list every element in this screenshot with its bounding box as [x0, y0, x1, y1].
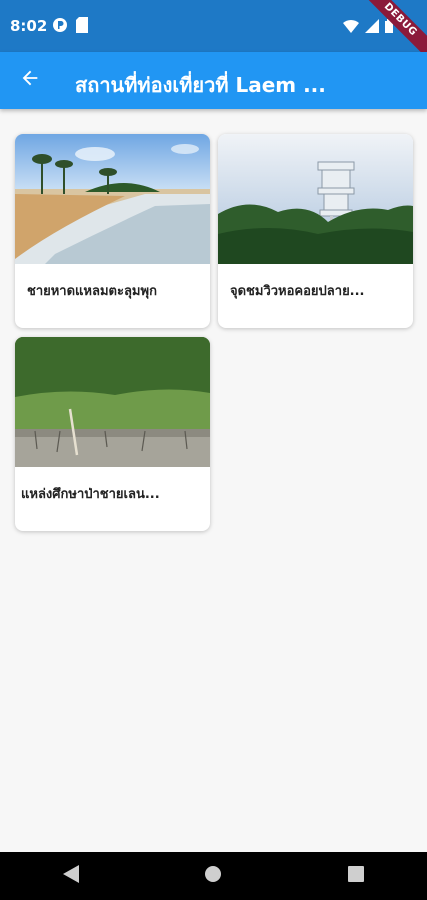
status-bar: 8:02 DEBUG [0, 0, 427, 65]
nav-back-button[interactable] [51, 856, 91, 896]
place-card-mangrove[interactable]: แหล่งศึกษาป่าชายเลน... [15, 337, 210, 531]
page-title: สถานที่ท่องเที่ยวที่ Laem ... [75, 73, 326, 97]
system-nav-bar [0, 852, 427, 900]
place-card-beach[interactable]: ชายหาดแหลมตะลุมพุก [15, 134, 210, 328]
recents-square-icon [347, 866, 364, 886]
app-bar: สถานที่ท่องเที่ยวที่ Laem ... [0, 52, 427, 109]
nav-home-button[interactable] [193, 856, 233, 896]
home-circle-icon [204, 865, 222, 887]
wifi-icon [343, 18, 359, 37]
beach-image [15, 134, 210, 264]
status-time: 8:02 [10, 17, 48, 35]
signal-icon [365, 18, 379, 37]
notification-icon [52, 17, 68, 37]
watchtower-image [218, 134, 413, 264]
place-title: จุดชมวิวหอคอยปลาย... [230, 284, 365, 299]
back-triangle-icon [63, 865, 80, 887]
place-card-watchtower[interactable]: จุดชมวิวหอคอยปลาย... [218, 134, 413, 328]
place-title: แหล่งศึกษาป่าชายเลน... [21, 487, 160, 502]
mangrove-image [15, 337, 210, 467]
place-title: ชายหาดแหลมตะลุมพุก [27, 284, 157, 299]
arrow-back-icon [19, 67, 41, 93]
sd-card-icon [76, 17, 88, 37]
back-button[interactable] [10, 60, 50, 100]
nav-recents-button[interactable] [336, 856, 376, 896]
